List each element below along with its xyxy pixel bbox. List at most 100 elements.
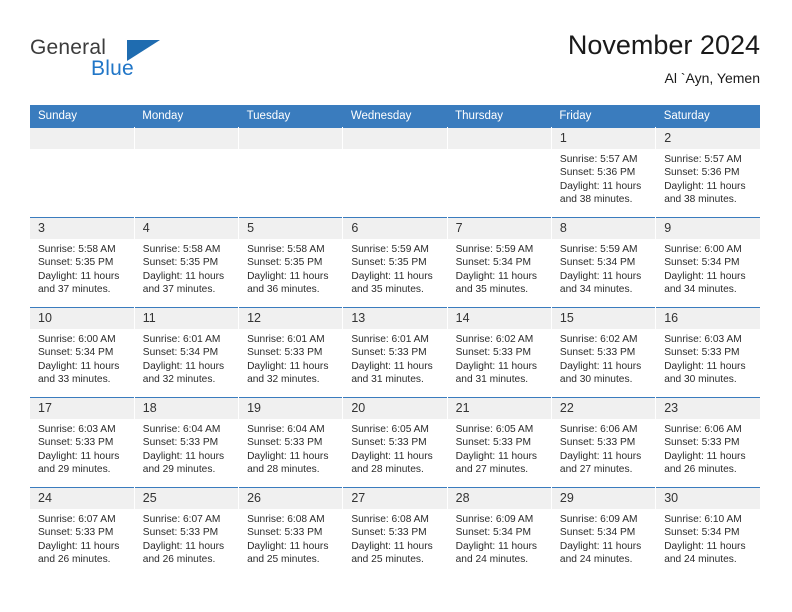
calendar-day-cell[interactable]: 13 Sunrise: 6:01 AM Sunset: 5:33 PM Dayligh… [342, 307, 448, 398]
day-sun-info: Sunrise: 5:57 AM Sunset: 5:36 PM Daylight:… [656, 149, 760, 207]
day-info-daylight-line2: and 28 minutes. [351, 464, 424, 476]
day-number: 1 [551, 128, 656, 149]
calendar-day-cell[interactable]: 30 Sunrise: 6:10 AM Sunset: 5:34 PM Dayligh… [655, 487, 760, 577]
day-number: 26 [239, 488, 343, 509]
day-info-sunrise: Sunrise: 6:01 AM [247, 334, 325, 345]
day-info-daylight-line1: Daylight: 11 hours [664, 270, 746, 282]
day-number: 23 [656, 398, 760, 419]
day-info-daylight-line2: and 31 minutes. [351, 374, 424, 386]
calendar-day-cell[interactable]: 24 Sunrise: 6:07 AM Sunset: 5:33 PM Dayligh… [30, 487, 135, 577]
weekday-header-thursday: Thursday [447, 105, 552, 128]
day-sun-info: Sunrise: 6:08 AM Sunset: 5:33 PM Daylight:… [239, 509, 342, 567]
day-sun-info: Sunrise: 6:09 AM Sunset: 5:34 PM Daylight:… [448, 509, 551, 567]
logo-text-blue: Blue [91, 57, 134, 80]
day-info-sunrise: Sunrise: 5:58 AM [247, 244, 325, 255]
calendar-day-cell[interactable]: 10 Sunrise: 6:00 AM Sunset: 5:34 PM Dayligh… [30, 307, 135, 398]
calendar-day-cell[interactable]: 29 Sunrise: 6:09 AM Sunset: 5:34 PM Dayligh… [551, 487, 657, 577]
day-info-sunrise: Sunrise: 6:01 AM [142, 334, 221, 345]
calendar-day-cell[interactable]: 28 Sunrise: 6:09 AM Sunset: 5:34 PM Dayligh… [447, 487, 552, 577]
day-info-daylight-line2: and 24 minutes. [559, 554, 633, 566]
calendar-day-cell[interactable]: 8 Sunrise: 5:59 AM Sunset: 5:34 PM Daylight… [551, 217, 657, 308]
day-sun-info: Sunrise: 6:04 AM Sunset: 5:33 PM Daylight:… [135, 419, 238, 477]
calendar-day-cell[interactable]: 11 Sunrise: 6:01 AM Sunset: 5:34 PM Dayligh… [134, 307, 240, 398]
day-info-sunrise: Sunrise: 6:02 AM [455, 334, 534, 345]
day-sun-info: Sunrise: 6:07 AM Sunset: 5:33 PM Daylight:… [135, 509, 238, 567]
calendar-day-cell[interactable]: 3 Sunrise: 5:58 AM Sunset: 5:35 PM Daylight… [30, 217, 135, 308]
calendar-day-cell[interactable]: 21 Sunrise: 6:05 AM Sunset: 5:33 PM Dayligh… [447, 397, 552, 488]
day-number: 9 [656, 218, 760, 239]
day-number: 12 [239, 308, 343, 329]
day-info-daylight-line2: and 38 minutes. [559, 194, 633, 206]
day-info-daylight-line1: Daylight: 11 hours [38, 450, 120, 462]
calendar-day-cell[interactable]: 20 Sunrise: 6:05 AM Sunset: 5:33 PM Dayligh… [342, 397, 448, 488]
day-number: 28 [447, 488, 551, 509]
weekday-header-wednesday: Wednesday [342, 105, 448, 128]
day-info-daylight-line2: and 29 minutes. [142, 464, 216, 476]
day-info-sunset: Sunset: 5:33 PM [247, 437, 323, 449]
day-info-sunrise: Sunrise: 6:03 AM [38, 424, 116, 435]
day-number: 16 [656, 308, 760, 329]
calendar-day-cell[interactable]: 14 Sunrise: 6:02 AM Sunset: 5:33 PM Dayligh… [447, 307, 552, 398]
day-sun-info: Sunrise: 6:06 AM Sunset: 5:33 PM Daylight:… [656, 419, 760, 477]
calendar-day-cell[interactable]: 19 Sunrise: 6:04 AM Sunset: 5:33 PM Dayligh… [238, 397, 344, 488]
day-sun-info: Sunrise: 6:01 AM Sunset: 5:33 PM Daylight:… [239, 329, 342, 387]
logo-general-blue[interactable]: General Blue [30, 36, 210, 90]
day-info-daylight-line1: Daylight: 11 hours [351, 360, 433, 372]
calendar-day-cell[interactable]: 6 Sunrise: 5:59 AM Sunset: 5:35 PM Daylight… [342, 217, 448, 308]
day-info-daylight-line2: and 31 minutes. [455, 374, 529, 386]
calendar-day-cell[interactable]: 5 Sunrise: 5:58 AM Sunset: 5:35 PM Daylight… [238, 217, 344, 308]
day-info-sunrise: Sunrise: 5:57 AM [664, 154, 742, 165]
calendar-day-cell[interactable]: 17 Sunrise: 6:03 AM Sunset: 5:33 PM Dayligh… [30, 397, 135, 488]
day-number: 4 [134, 218, 239, 239]
day-info-daylight-line2: and 33 minutes. [38, 374, 111, 386]
day-number [239, 128, 343, 149]
day-info-daylight-line1: Daylight: 11 hours [455, 270, 537, 282]
calendar-cell-empty [30, 127, 135, 218]
day-number: 10 [30, 308, 134, 329]
day-info-daylight-line2: and 26 minutes. [664, 464, 737, 476]
calendar-day-cell[interactable]: 4 Sunrise: 5:58 AM Sunset: 5:35 PM Daylight… [134, 217, 240, 308]
day-info-sunrise: Sunrise: 5:57 AM [559, 154, 638, 165]
day-info-sunrise: Sunrise: 6:08 AM [351, 514, 429, 525]
day-sun-info: Sunrise: 6:09 AM Sunset: 5:34 PM Daylight:… [552, 509, 655, 567]
calendar-body: 1 Sunrise: 5:57 AM Sunset: 5:36 PM Daylight… [30, 127, 760, 577]
calendar-day-cell[interactable]: 15 Sunrise: 6:02 AM Sunset: 5:33 PM Dayligh… [551, 307, 657, 398]
day-info-daylight-line1: Daylight: 11 hours [38, 360, 120, 372]
day-info-sunrise: Sunrise: 5:59 AM [455, 244, 534, 255]
day-info-daylight-line2: and 27 minutes. [455, 464, 529, 476]
day-info-sunrise: Sunrise: 6:05 AM [351, 424, 429, 435]
day-info-daylight-line2: and 38 minutes. [664, 194, 737, 206]
day-number: 18 [134, 398, 239, 419]
day-info-sunrise: Sunrise: 6:06 AM [559, 424, 638, 435]
calendar-day-cell[interactable]: 22 Sunrise: 6:06 AM Sunset: 5:33 PM Dayligh… [551, 397, 657, 488]
day-info-daylight-line2: and 37 minutes. [38, 284, 111, 296]
day-info-daylight-line1: Daylight: 11 hours [247, 360, 329, 372]
day-info-sunrise: Sunrise: 6:06 AM [664, 424, 742, 435]
day-info-daylight-line1: Daylight: 11 hours [455, 360, 537, 372]
calendar-cell-empty [134, 127, 240, 218]
calendar-day-cell[interactable]: 12 Sunrise: 6:01 AM Sunset: 5:33 PM Dayligh… [238, 307, 344, 398]
calendar-day-cell[interactable]: 1 Sunrise: 5:57 AM Sunset: 5:36 PM Daylight… [551, 127, 657, 218]
day-sun-info: Sunrise: 6:08 AM Sunset: 5:33 PM Daylight:… [343, 509, 446, 567]
day-number: 7 [447, 218, 551, 239]
day-info-sunset: Sunset: 5:33 PM [559, 347, 636, 359]
calendar-day-cell[interactable]: 16 Sunrise: 6:03 AM Sunset: 5:33 PM Dayligh… [655, 307, 760, 398]
day-info-daylight-line2: and 32 minutes. [142, 374, 216, 386]
day-number: 30 [656, 488, 760, 509]
day-info-daylight-line2: and 26 minutes. [142, 554, 216, 566]
day-info-sunset: Sunset: 5:35 PM [247, 257, 323, 269]
calendar-day-cell[interactable]: 7 Sunrise: 5:59 AM Sunset: 5:34 PM Daylight… [447, 217, 552, 308]
calendar-day-cell[interactable]: 26 Sunrise: 6:08 AM Sunset: 5:33 PM Dayligh… [238, 487, 344, 577]
title-block: November 2024 Al `Ayn, Yemen [568, 28, 760, 88]
calendar-day-cell[interactable]: 25 Sunrise: 6:07 AM Sunset: 5:33 PM Dayligh… [134, 487, 240, 577]
day-info-daylight-line2: and 25 minutes. [247, 554, 320, 566]
calendar-day-cell[interactable]: 27 Sunrise: 6:08 AM Sunset: 5:33 PM Dayligh… [342, 487, 448, 577]
day-info-sunrise: Sunrise: 6:00 AM [664, 244, 742, 255]
day-info-sunset: Sunset: 5:35 PM [142, 257, 219, 269]
day-info-daylight-line1: Daylight: 11 hours [664, 540, 746, 552]
day-info-sunset: Sunset: 5:33 PM [247, 347, 323, 359]
calendar-day-cell[interactable]: 18 Sunrise: 6:04 AM Sunset: 5:33 PM Dayligh… [134, 397, 240, 488]
calendar-day-cell[interactable]: 2 Sunrise: 5:57 AM Sunset: 5:36 PM Daylight… [655, 127, 760, 218]
calendar-day-cell[interactable]: 9 Sunrise: 6:00 AM Sunset: 5:34 PM Daylight… [655, 217, 760, 308]
calendar-day-cell[interactable]: 23 Sunrise: 6:06 AM Sunset: 5:33 PM Dayligh… [655, 397, 760, 488]
